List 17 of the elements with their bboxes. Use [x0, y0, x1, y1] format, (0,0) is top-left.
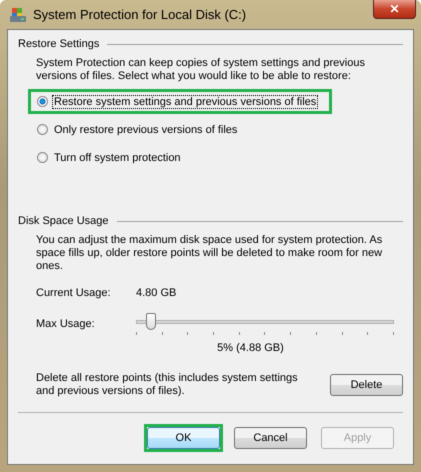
usage-value: 4.80 GB	[136, 287, 176, 299]
dialog-button[interactable]: OK	[147, 427, 220, 449]
window-title: System Protection for Local Disk (C:)	[33, 7, 246, 22]
radio-label[interactable]: Only restore previous versions of files	[53, 124, 238, 136]
description-text: You can adjust the maximum disk space used for system protection. As space fills up, older restore points will be deleted to make room for new ones.	[36, 234, 384, 273]
delete-description: Delete all restore points (this includes system settings and previous versions of files).	[36, 372, 299, 398]
section-title: Disk Space Usage	[18, 215, 108, 227]
radio-label[interactable]: Restore system settings and previous versions of files	[53, 96, 318, 108]
field-label: Current Usage:	[36, 287, 112, 299]
dialog-button[interactable]: Cancel	[234, 427, 307, 449]
description-text: System Protection can keep copies of system settings and previous versions of files. Select what you would like to be able to restore:	[36, 57, 366, 83]
radio-label[interactable]: Turn off system protection	[53, 152, 182, 164]
slider-reading: 5% (4.88 GB)	[217, 342, 284, 354]
section-title: Restore Settings	[18, 38, 100, 50]
delete-button[interactable]: Delete	[330, 374, 403, 396]
close-button[interactable]: ✕	[373, 0, 416, 19]
field-label: Max Usage:	[36, 318, 96, 330]
